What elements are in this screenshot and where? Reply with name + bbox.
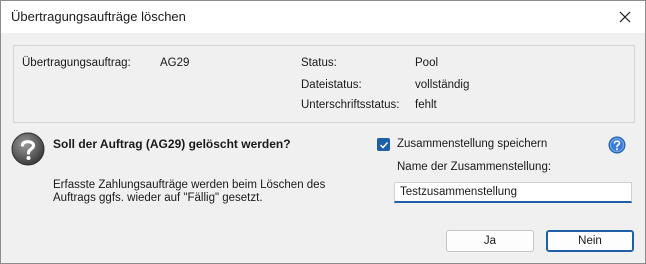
question-icon xyxy=(11,132,45,171)
order-info-panel: Übertragungsauftrag: AG29 Status: Pool D… xyxy=(13,45,635,123)
save-compilation-label[interactable]: Zusammenstellung speichern xyxy=(397,138,547,150)
no-button[interactable]: Nein xyxy=(546,230,634,252)
dialog-window: Übertragungsaufträge löschen Übertragung… xyxy=(0,0,646,264)
title-bar: Übertragungsaufträge löschen xyxy=(1,1,645,33)
yes-button[interactable]: Ja xyxy=(446,230,534,252)
status-label: Status: xyxy=(301,57,337,69)
order-label: Übertragungsauftrag: xyxy=(22,57,131,69)
deletion-note: Erfasste Zahlungsaufträge werden beim Lö… xyxy=(53,179,326,204)
save-compilation-checkbox[interactable] xyxy=(377,138,390,151)
signature-status-value: fehlt xyxy=(415,99,437,111)
file-status-value: vollständig xyxy=(415,79,470,91)
order-value: AG29 xyxy=(160,57,190,69)
compilation-name-input[interactable] xyxy=(394,182,632,203)
signature-status-label: Unterschriftsstatus: xyxy=(301,99,400,111)
status-value: Pool xyxy=(415,57,439,69)
close-icon xyxy=(619,11,631,23)
file-status-label: Dateistatus: xyxy=(301,79,362,91)
confirmation-question: Soll der Auftrag (AG29) gelöscht werden? xyxy=(53,137,291,151)
help-icon xyxy=(608,136,626,154)
close-button[interactable] xyxy=(615,7,635,27)
compilation-name-label: Name der Zusammenstellung: xyxy=(397,161,552,173)
checkmark-icon xyxy=(379,141,388,149)
help-button[interactable] xyxy=(608,136,626,157)
window-title: Übertragungsaufträge löschen xyxy=(11,9,186,24)
